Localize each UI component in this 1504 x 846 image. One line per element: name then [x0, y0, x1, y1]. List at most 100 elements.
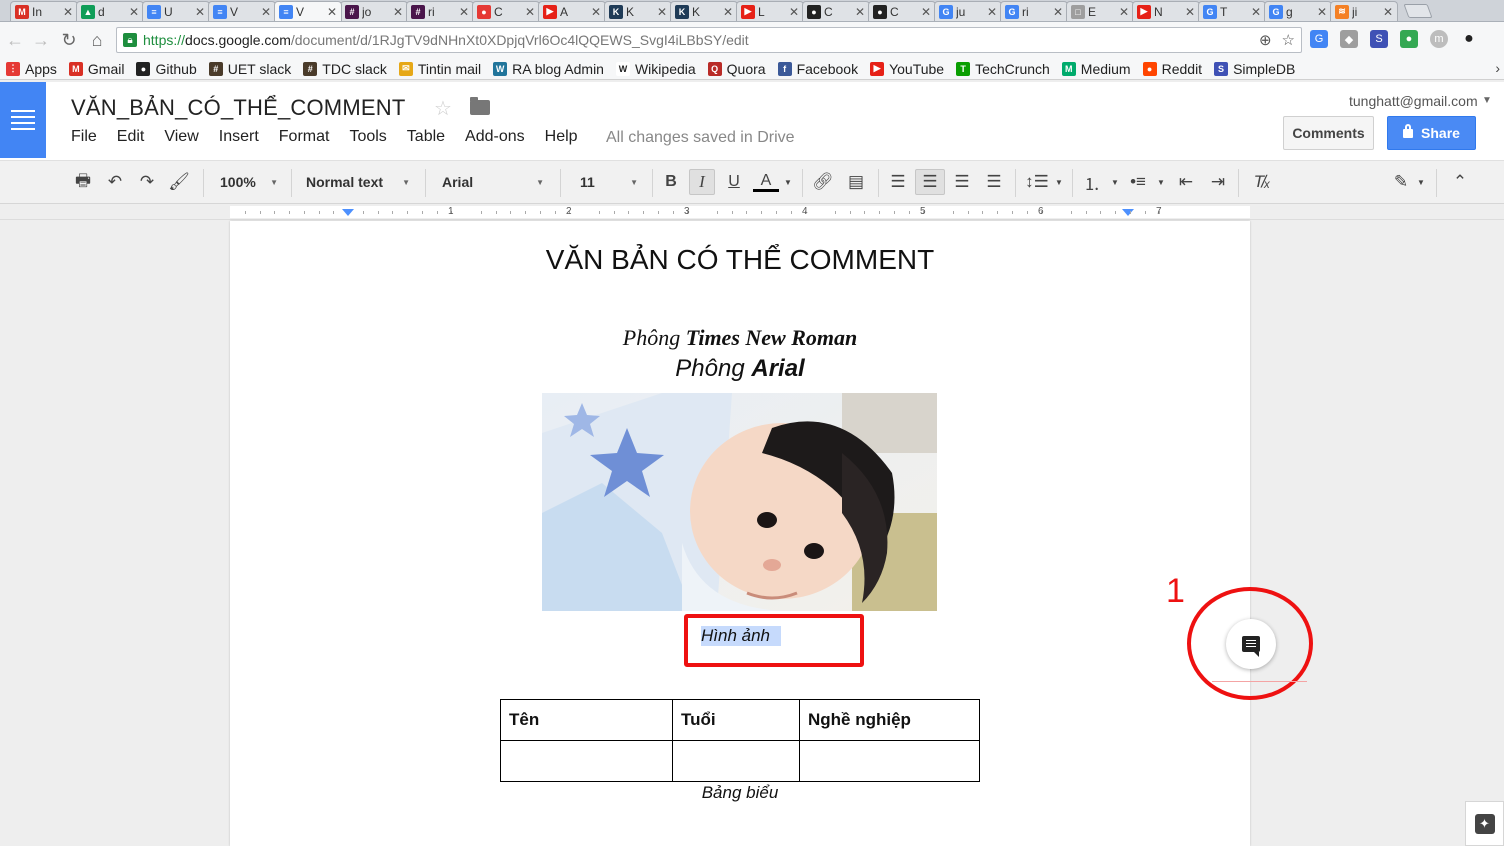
close-icon[interactable]: ✕	[789, 5, 799, 19]
bookmark-item[interactable]: W Wikipedia	[615, 61, 696, 77]
close-icon[interactable]: ✕	[393, 5, 403, 19]
table-cell[interactable]	[672, 740, 800, 782]
browser-tab[interactable]: ≡ U ✕	[142, 1, 210, 21]
close-icon[interactable]: ✕	[723, 5, 733, 19]
browser-tab[interactable]: ▶ N ✕	[1132, 1, 1200, 21]
table-header-cell[interactable]: Tên	[500, 699, 673, 741]
close-icon[interactable]: ✕	[129, 5, 139, 19]
line-spacing-icon[interactable]: ↕☰	[1024, 169, 1050, 195]
home-icon[interactable]: ⌂	[84, 27, 110, 53]
font-size-select[interactable]: 11 ▼	[580, 169, 638, 195]
bookmark-item[interactable]: T TechCrunch	[956, 61, 1050, 77]
document-page[interactable]: VĂN BẢN CÓ THỂ COMMENT Phông Times New R…	[230, 221, 1250, 846]
bookmark-item[interactable]: ▶ YouTube	[870, 61, 944, 77]
print-icon[interactable]: 🖶︎	[72, 169, 94, 195]
align-right-icon[interactable]: ☰	[950, 169, 974, 195]
browser-tab[interactable]: Gju ✕	[934, 1, 1002, 21]
left-indent-marker[interactable]	[342, 209, 354, 216]
back-arrow-icon[interactable]: ←	[2, 27, 28, 53]
font-family-select[interactable]: Arial ▼	[442, 169, 544, 195]
table-cell[interactable]	[799, 740, 980, 782]
bookmark-item[interactable]: f Facebook	[777, 61, 858, 77]
menu-file[interactable]: File	[71, 128, 97, 146]
paragraph-style-select[interactable]: Normal text ▼	[306, 169, 410, 195]
browser-tab[interactable]: ▶ L ✕	[736, 1, 804, 21]
baby-photo[interactable]	[542, 393, 937, 611]
menu-format[interactable]: Format	[279, 128, 330, 146]
close-icon[interactable]: ✕	[459, 5, 469, 19]
chevron-down-icon[interactable]: ▼	[1156, 169, 1166, 195]
browser-tab[interactable]: K K ✕	[670, 1, 738, 21]
menu-table[interactable]: Table	[407, 128, 445, 146]
browser-tab[interactable]: M In ✕	[10, 1, 78, 21]
bookmarks-overflow-icon[interactable]: ›	[1495, 60, 1500, 76]
browser-tab[interactable]: Gg ✕	[1264, 1, 1332, 21]
right-indent-marker[interactable]	[1122, 209, 1134, 216]
decrease-indent-icon[interactable]: ⇤	[1174, 169, 1198, 195]
text-color-icon[interactable]: A	[752, 169, 780, 195]
save-status[interactable]: All changes saved in Drive	[606, 129, 795, 147]
table-cell[interactable]	[500, 740, 673, 782]
browser-tab[interactable]: Gri ✕	[1000, 1, 1068, 21]
close-icon[interactable]: ✕	[987, 5, 997, 19]
incognito-icon[interactable]: ●	[1460, 30, 1478, 48]
close-icon[interactable]: ✕	[1317, 5, 1327, 19]
link-icon[interactable]: 🔗︎	[810, 169, 836, 195]
close-icon[interactable]: ✕	[591, 5, 601, 19]
chevron-down-icon[interactable]: ▼	[1110, 169, 1120, 195]
share-button[interactable]: Share	[1387, 116, 1476, 150]
bookmark-item[interactable]: # TDC slack	[303, 61, 387, 77]
chevron-down-icon[interactable]: ▼	[1054, 169, 1064, 195]
close-icon[interactable]: ✕	[855, 5, 865, 19]
add-comment-button[interactable]	[1226, 619, 1276, 669]
bookmark-item[interactable]: W RA blog Admin	[493, 61, 604, 77]
close-icon[interactable]: ✕	[1185, 5, 1195, 19]
bulleted-list-icon[interactable]: •≡	[1126, 169, 1150, 195]
underline-icon[interactable]: U	[723, 169, 745, 195]
document-heading[interactable]: VĂN BẢN CÓ THỂ COMMENT	[230, 244, 1250, 276]
redo-icon[interactable]: ↷	[136, 169, 158, 195]
browser-tab[interactable]: G T ✕	[1198, 1, 1266, 21]
collapse-menu-icon[interactable]: ⌃	[1448, 169, 1472, 195]
table-header-cell[interactable]: Nghề nghiệp	[799, 699, 980, 741]
document-title[interactable]: VĂN_BẢN_CÓ_THỂ_COMMENT	[71, 95, 405, 121]
bookmark-item[interactable]: ✉ Tintin mail	[398, 61, 481, 77]
editing-mode-pencil-icon[interactable]: ✎	[1388, 169, 1414, 195]
clear-formatting-icon[interactable]: T̸ₓ	[1250, 169, 1274, 195]
browser-tab[interactable]: ● C ✕	[868, 1, 936, 21]
zoom-select[interactable]: 100% ▼	[220, 169, 278, 195]
browser-tab[interactable]: ▶ A ✕	[538, 1, 606, 21]
close-icon[interactable]: ✕	[1251, 5, 1261, 19]
numbered-list-icon[interactable]: ⒈	[1080, 169, 1104, 195]
browser-tab[interactable]: ● C ✕	[802, 1, 870, 21]
menu-help[interactable]: Help	[545, 128, 578, 146]
align-center-icon[interactable]: ☰	[915, 169, 945, 195]
browser-tab[interactable]: □ E ✕	[1066, 1, 1134, 21]
chrome-extension-icon[interactable]: ●	[1400, 30, 1418, 48]
close-icon[interactable]: ✕	[195, 5, 205, 19]
address-bar[interactable]: 🔒︎ https:// docs.google.com /document/d/…	[116, 27, 1302, 53]
browser-tab[interactable]: ≋ ji ✕	[1330, 1, 1398, 21]
browser-tab[interactable]: ● C ✕	[472, 1, 540, 21]
menu-tools[interactable]: Tools	[349, 128, 386, 146]
zoom-icon[interactable]: ⊕	[1259, 31, 1272, 49]
menu-add-ons[interactable]: Add-ons	[465, 128, 525, 146]
insert-comment-icon[interactable]: ▤	[844, 169, 868, 195]
increase-indent-icon[interactable]: ⇥	[1206, 169, 1230, 195]
align-justify-icon[interactable]: ☰	[982, 169, 1006, 195]
document-table[interactable]: Tên Tuổi Nghề nghiệp	[500, 699, 980, 782]
bookmark-item[interactable]: S SimpleDB	[1214, 61, 1295, 77]
close-icon[interactable]: ✕	[525, 5, 535, 19]
extension-icon[interactable]: ◆	[1340, 30, 1358, 48]
bookmark-item[interactable]: M Gmail	[68, 61, 124, 77]
table-header-cell[interactable]: Tuổi	[672, 699, 800, 741]
translate-extension-icon[interactable]: G	[1310, 30, 1328, 48]
chevron-down-icon[interactable]: ▼	[783, 169, 793, 195]
bold-icon[interactable]: B	[660, 169, 682, 195]
bookmark-item[interactable]: Q Quora	[707, 61, 766, 77]
browser-tab[interactable]: # jo ✕	[340, 1, 408, 21]
paint-format-icon[interactable]: 🖌︎	[168, 169, 190, 195]
close-icon[interactable]: ✕	[1053, 5, 1063, 19]
close-icon[interactable]: ✕	[63, 5, 73, 19]
new-tab-button[interactable]	[1403, 4, 1433, 18]
